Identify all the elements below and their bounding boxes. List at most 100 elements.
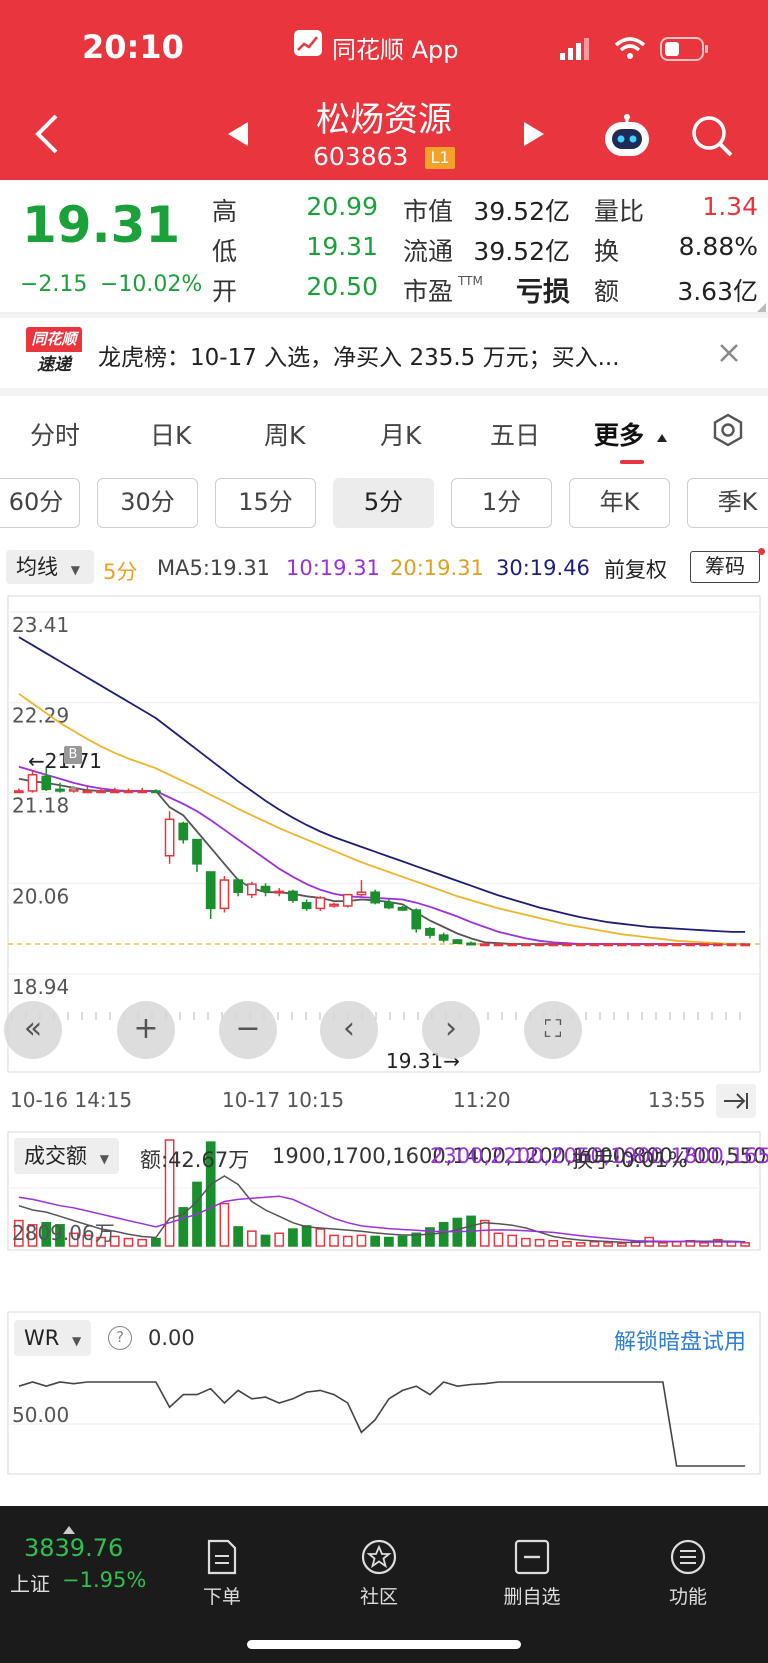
wr-value: 0.00 [148,1326,195,1350]
period-60min[interactable]: 60分 [0,478,80,528]
ma5-value: MA5:19.31 [157,556,271,580]
candle-body [151,790,161,794]
scroll-left-icon[interactable]: « [4,1001,62,1059]
candle-body [274,890,285,894]
zoom-in-icon[interactable]: + [117,1001,175,1059]
nav-remove-watchlist[interactable]: 删自选 [487,1538,577,1609]
volume-bar [137,1238,148,1247]
x-tick-label: 10-16 14:15 [10,1088,133,1112]
nav-community[interactable]: 社区 [334,1538,424,1609]
tab-weekly-k[interactable]: 周K [264,416,305,452]
volume-ma5-line [18,1175,746,1244]
candle-body [246,883,257,896]
volume-bar [260,1234,271,1247]
candle-body [521,943,531,947]
home-indicator [247,1640,521,1649]
volume-bar [548,1239,559,1247]
candle-body [383,901,394,909]
fullscreen-icon[interactable]: ⛶ [524,1001,582,1059]
candle-body [726,943,737,947]
period-quarterly-k[interactable]: 季K [687,478,768,528]
chip-button[interactable]: 筹码 [690,551,760,583]
step-back-icon[interactable]: ‹ [320,1001,378,1059]
period-5min[interactable]: 5分 [333,478,434,528]
tab-monthly-k[interactable]: 月K [380,416,421,452]
ma-select[interactable]: 均线 ▼ [6,550,94,584]
wr-select[interactable]: WR ▼ [14,1320,92,1356]
help-icon[interactable]: ? [108,1326,132,1350]
candle-body [301,901,312,910]
tab-more[interactable]: 更多 [594,416,644,452]
period-yearly-k[interactable]: 年K [569,478,670,528]
period-1min[interactable]: 1分 [451,478,552,528]
signal-icon [560,38,592,64]
adjust-label[interactable]: 前复权 [604,554,667,584]
volume-bar [589,1241,600,1247]
status-time: 20:10 [82,28,184,66]
active-tab-indicator [620,460,644,464]
nav-order[interactable]: 下单 [177,1538,267,1609]
news-ticker[interactable]: 同花顺 速递 龙虎榜：10-17 入选，净买入 235.5 万元；买入... [0,318,768,388]
candle-body [616,943,627,947]
volratio-label: 量比 [594,197,645,226]
candle-body [137,790,148,794]
candle-body [534,943,545,947]
candle-body [82,790,93,794]
period-30min[interactable]: 30分 [97,478,198,528]
jump-to-latest-icon[interactable] [716,1084,756,1118]
settings-hex-icon[interactable] [710,412,746,452]
volume-select[interactable]: 成交额 ▼ [14,1138,119,1174]
close-icon[interactable] [718,342,740,368]
float-value: 39.52亿 [473,237,570,266]
index-value[interactable]: 3839.76 [24,1534,123,1562]
community-star-icon [361,1539,397,1575]
zoom-out-icon[interactable]: − [219,1001,277,1059]
top-header: 20:10 同花顺 App 松炀资源 603863 L1 [0,0,768,180]
index-name: 上证 [10,1572,50,1596]
candle-body [342,893,353,907]
candle-body [644,943,655,947]
volume-bar [301,1225,312,1247]
volume-bar [356,1234,367,1247]
buy-marker-icon[interactable]: B [64,746,82,764]
app-label: 同花顺 App [332,36,459,64]
search-icon[interactable] [690,114,734,162]
period-15min[interactable]: 15分 [215,478,316,528]
candle-body [109,790,120,794]
nav-community-label: 社区 [359,1586,398,1608]
step-forward-icon[interactable]: › [422,1001,480,1059]
robot-assistant-icon[interactable] [602,113,652,163]
candle-body [41,775,52,791]
volume-bar [246,1230,257,1247]
turnover-label: 换 [594,237,620,266]
volume-bar [671,1241,682,1247]
candle-body [370,891,381,904]
candle-body [425,927,435,936]
volume-bar [123,1237,134,1247]
caret-up-icon [656,428,668,447]
chart-tabs: 分时 日K 周K 月K 五日 更多 [0,396,768,472]
volume-select-label: 成交额 [24,1144,87,1168]
low-value: 19.31 [306,232,378,261]
volume-bar [562,1241,572,1247]
tab-intraday[interactable]: 分时 [30,416,80,452]
tab-daily-k[interactable]: 日K [150,416,191,452]
kline-chart-area[interactable]: 23.4122.2921.1820.0618.94 2809.06万 50.00… [0,592,768,1502]
candle-body [507,943,518,947]
open-label: 开 [212,277,238,306]
next-stock-icon[interactable] [522,120,546,152]
candle-body [123,790,134,794]
volratio-value: 1.34 [702,192,758,221]
y-tick-label: 18.94 [12,975,69,999]
ma-line-ma10 [18,765,746,945]
tab-five-day[interactable]: 五日 [490,416,540,452]
nav-functions[interactable]: 功能 [643,1538,733,1609]
news-logo-top: 同花顺 [26,327,82,352]
volume-bar [397,1235,408,1247]
candle-body [699,943,709,947]
turnover-value: 8.88% [678,232,758,261]
unlock-link[interactable]: 解锁暗盘试用 [614,1324,746,1356]
volume-bar [315,1228,326,1247]
level-badge: L1 [425,147,455,169]
price-change: −2.15 [20,272,88,297]
